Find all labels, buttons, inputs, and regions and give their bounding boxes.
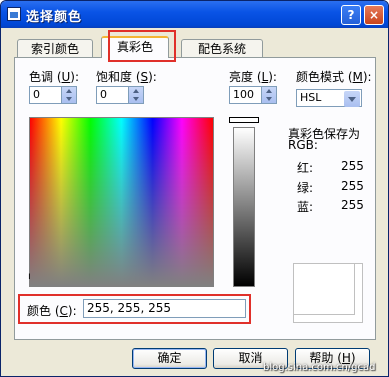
- blue-label: 蓝:: [297, 200, 314, 214]
- saturation-input[interactable]: 0: [96, 86, 144, 104]
- color-field-highlight-box: [18, 294, 251, 324]
- watermark: blog.sina.com.cn/gcad: [263, 362, 376, 373]
- blue-value: 255: [341, 198, 364, 212]
- close-icon[interactable]: ×: [364, 5, 384, 25]
- title-bar[interactable]: 选择颜色 ? ×: [1, 1, 388, 28]
- hue-spinner[interactable]: [61, 87, 76, 103]
- tab-index-color[interactable]: 索引颜色: [17, 39, 93, 58]
- help-icon[interactable]: ?: [341, 5, 361, 25]
- hue-input[interactable]: 0: [29, 86, 77, 104]
- green-label: 绿:: [297, 181, 314, 195]
- luminance-input[interactable]: 100: [229, 86, 277, 104]
- hue-label: 色调 (U):: [29, 70, 80, 84]
- green-value: 255: [341, 179, 364, 193]
- saturation-label: 饱和度 (S):: [96, 70, 157, 84]
- ok-button[interactable]: 确定: [132, 348, 207, 369]
- color-mode-select[interactable]: HSL: [296, 89, 362, 107]
- red-value: 255: [341, 159, 364, 173]
- color-spectrum[interactable]: [29, 117, 214, 287]
- rgb-subheading: RGB:: [288, 138, 318, 152]
- saturation-spinner[interactable]: [128, 87, 143, 103]
- luminance-bar[interactable]: [233, 127, 255, 287]
- color-mode-label: 颜色模式 (M):: [296, 70, 372, 84]
- select-color-dialog: 选择颜色 ? × 索引颜色 真彩色 配色系统 色调 (U): 0 饱和度 (S)…: [0, 0, 389, 377]
- current-color-swatch: [294, 264, 355, 315]
- luminance-slider-thumb[interactable]: [229, 117, 259, 123]
- luminance-label: 亮度 (L):: [229, 70, 277, 84]
- app-icon: [7, 7, 21, 21]
- dialog-title: 选择颜色: [26, 10, 83, 25]
- red-label: 红:: [297, 161, 314, 175]
- spectrum-cursor: ı: [28, 271, 31, 282]
- luminance-spinner[interactable]: [261, 87, 276, 103]
- color-preview: [293, 263, 363, 323]
- chevron-down-icon[interactable]: [344, 91, 360, 107]
- tab-color-books[interactable]: 配色系统: [181, 39, 263, 58]
- tab-highlight-box: [108, 30, 176, 62]
